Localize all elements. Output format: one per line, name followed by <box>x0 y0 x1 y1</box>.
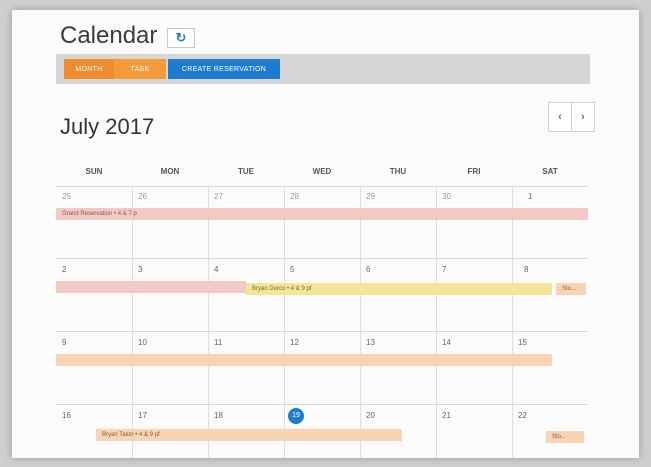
chevron-right-icon: › <box>581 111 585 123</box>
dow-tue: TUE <box>238 167 254 176</box>
day-cell-number[interactable]: 9 <box>62 338 66 347</box>
day-cell-number[interactable]: 14 <box>442 338 451 347</box>
day-cell-number[interactable]: 26 <box>138 192 147 201</box>
create-reservation-button[interactable]: Create Reservation <box>168 59 280 79</box>
day-cell-number[interactable]: 12 <box>290 338 299 347</box>
day-cell-number[interactable]: 2 <box>62 265 66 274</box>
week-row[interactable]: 9 10 11 12 13 14 15 <box>56 332 588 405</box>
month-title: July 2017 <box>60 114 155 139</box>
day-cell-number[interactable]: 6 <box>366 265 370 274</box>
prev-month-button[interactable]: ‹ <box>548 102 572 132</box>
day-cell-number[interactable]: 8 <box>524 265 528 274</box>
dow-sun: SUN <box>85 167 103 176</box>
month-view-button[interactable]: Month <box>64 59 114 79</box>
dow-sat: SAT <box>542 167 558 176</box>
day-cell-number[interactable]: 7 <box>442 265 446 274</box>
day-cell-number[interactable]: 18 <box>214 411 223 420</box>
days-of-week-header: SUN MON TUE WED THU FRI SAT <box>56 160 588 187</box>
dow-fri: FRI <box>467 167 481 176</box>
day-cell-number[interactable]: 10 <box>138 338 147 347</box>
day-cell-number[interactable]: 28 <box>290 192 299 201</box>
event-bar[interactable]: Sto... <box>546 431 584 443</box>
event-bar[interactable]: Bryan Talon • 4 & 9 pf <box>96 429 402 441</box>
dow-mon: MON <box>160 167 180 176</box>
week-row[interactable]: 2 3 4 5 6 7 8 Bryan Durco • 4 & 9 pf Sto… <box>56 259 588 332</box>
page-title: Calendar <box>60 22 158 49</box>
event-bar[interactable]: Bryan Durco • 4 & 9 pf <box>246 283 552 295</box>
dow-thu: THU <box>389 167 407 176</box>
week-row[interactable]: 16 17 18 19 20 21 22 Bryan Talon • 4 & 9… <box>56 405 588 458</box>
photo-background: Calendar ↻ Month Task Create Reservation… <box>0 0 651 467</box>
day-cell-number[interactable]: 5 <box>290 265 294 274</box>
day-cell-number[interactable]: 16 <box>62 411 71 420</box>
event-bar[interactable]: Grand Reservation • 4 & 7 p <box>56 208 588 220</box>
next-month-button[interactable]: › <box>571 102 595 132</box>
day-cell-number[interactable]: 3 <box>138 265 142 274</box>
task-view-button[interactable]: Task <box>114 59 166 79</box>
event-bar[interactable] <box>56 281 246 293</box>
day-cell-number[interactable]: 17 <box>138 411 147 420</box>
event-bar[interactable]: Sto... <box>556 283 586 295</box>
week-row[interactable]: 25 26 27 28 29 30 1 Grand Reservation • … <box>56 186 588 259</box>
toolbar: Month Task Create Reservation <box>56 54 590 84</box>
day-cell-number[interactable]: 20 <box>366 411 375 420</box>
day-cell-number[interactable]: 13 <box>366 338 375 347</box>
day-cell-number[interactable]: 1 <box>528 192 532 201</box>
day-cell-number[interactable]: 25 <box>62 192 71 201</box>
event-bar[interactable] <box>56 354 552 366</box>
dow-wed: WED <box>312 167 332 176</box>
day-cell-number[interactable]: 30 <box>442 192 451 201</box>
calendar-page: Calendar ↻ Month Task Create Reservation… <box>12 10 639 458</box>
day-cell-number[interactable]: 22 <box>518 411 527 420</box>
day-cell-number[interactable]: 21 <box>442 411 451 420</box>
day-cell-number[interactable]: 4 <box>214 265 218 274</box>
today-marker[interactable]: 19 <box>288 408 304 424</box>
refresh-button[interactable]: ↻ <box>167 28 195 48</box>
day-cell-number[interactable]: 11 <box>214 338 222 347</box>
calendar-grid: SUN MON TUE WED THU FRI SAT 25 26 27 28 … <box>56 160 588 458</box>
refresh-icon: ↻ <box>175 30 187 45</box>
day-cell-number[interactable]: 29 <box>366 192 375 201</box>
day-cell-number[interactable]: 27 <box>214 192 223 201</box>
chevron-left-icon: ‹ <box>558 111 562 123</box>
day-cell-number[interactable]: 15 <box>518 338 527 347</box>
